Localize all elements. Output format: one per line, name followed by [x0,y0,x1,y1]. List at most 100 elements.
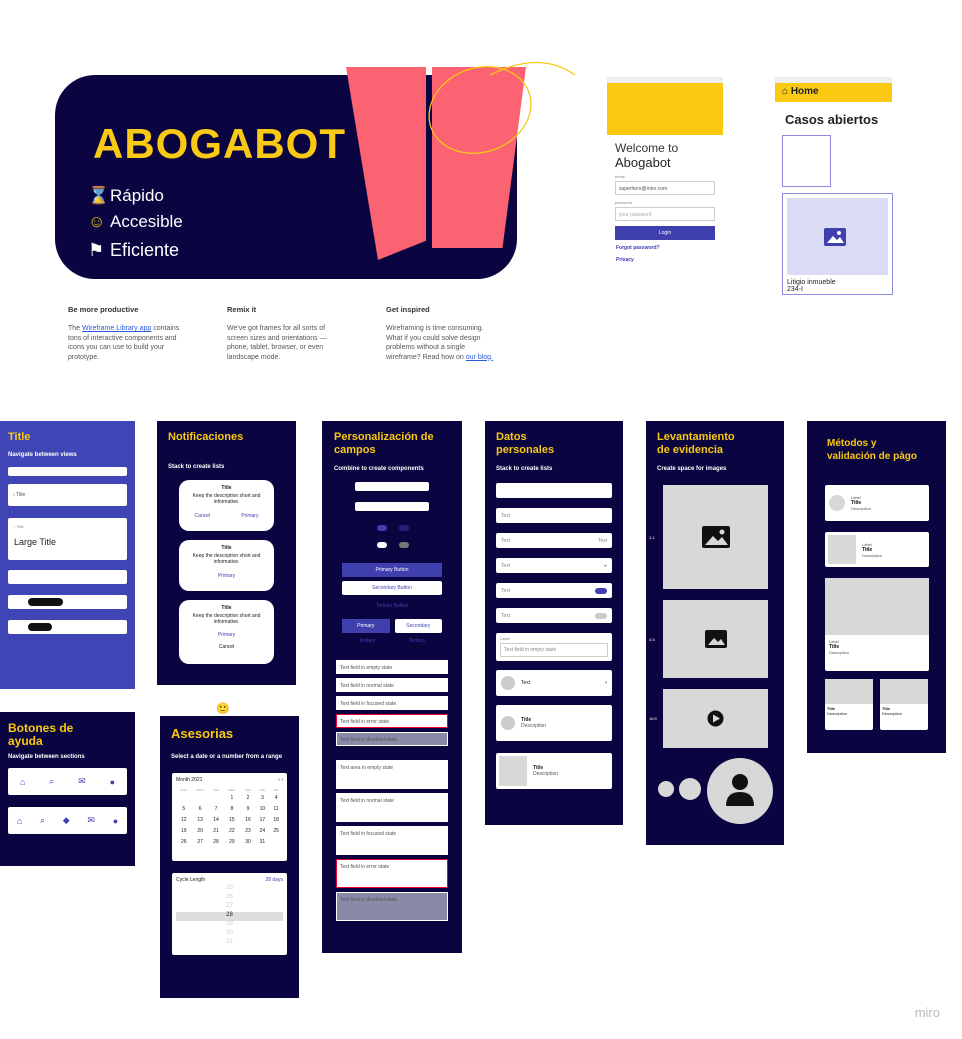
text-area[interactable]: Text field in normal state [336,793,448,822]
calendar-day[interactable]: 20 [192,825,209,836]
chat-icon[interactable]: ✉ [78,776,86,787]
primary-button[interactable]: Primary [179,573,274,579]
toggle-row[interactable]: Text [496,583,612,598]
primary-button[interactable]: Primary Button [342,563,442,577]
list-row[interactable]: Text [496,508,612,523]
login-button[interactable]: Login [615,226,715,240]
text-field[interactable]: Text field in normal state [336,678,448,692]
calendar-day[interactable] [269,836,283,847]
calendar-day[interactable]: 17 [256,814,270,825]
toggle-row[interactable] [377,542,462,548]
chevron-icon[interactable]: ‹ › [278,777,283,783]
library-link[interactable]: Wireframe Library app [82,325,151,332]
calendar-day[interactable]: 3 [256,792,270,803]
tag-icon[interactable]: ◆ [63,815,70,826]
cancel-button[interactable]: Cancel [179,644,274,650]
payment-card[interactable]: Title Description [825,679,873,730]
picker-option[interactable]: 27 [176,903,283,912]
calendar-day[interactable]: 26 [176,836,192,847]
calendar-day[interactable]: 14 [209,814,224,825]
secondary-button[interactable]: Secondary [394,619,442,633]
picker-option[interactable]: 28 [176,912,283,921]
calendar-day[interactable]: 11 [269,803,283,814]
calendar-day[interactable]: 13 [192,814,209,825]
payment-item[interactable]: Label Title Description [825,532,929,567]
home-icon[interactable]: ⌂ [20,777,25,787]
calendar-day[interactable]: 8 [223,803,240,814]
play-icon[interactable] [707,710,724,727]
calendar-day[interactable]: 4 [269,792,283,803]
picker-option[interactable]: 31 [176,939,283,948]
case-card[interactable]: Litigio inmueble 234-I [782,193,893,295]
picker-option[interactable]: 29 [176,921,283,930]
toggle[interactable] [595,588,607,594]
primary-button[interactable]: Primary [342,619,390,633]
calendar-day[interactable]: 19 [176,825,192,836]
nav-bar[interactable]: ‹ Title [8,484,127,506]
password-field[interactable]: your password [615,207,715,221]
text-area[interactable]: Text area in empty state [336,760,448,789]
list-item[interactable]: Title Description [496,705,612,741]
month-label[interactable]: Month 2021 [176,777,202,783]
tab-bar[interactable]: ⌂ ⌕ ◆ ✉ ● [8,807,127,834]
calendar-day[interactable]: 15 [223,814,240,825]
calendar-day[interactable] [209,792,224,803]
case-thumb[interactable] [782,135,831,187]
chat-icon[interactable]: ✉ [87,815,95,826]
list-row[interactable]: Text ▸ [496,558,612,573]
calendar-day[interactable]: 30 [240,836,255,847]
calendar-day[interactable]: 28 [209,836,224,847]
calendar-day[interactable]: 25 [269,825,283,836]
calendar-day[interactable]: 5 [176,803,192,814]
blog-link[interactable]: our blog. [466,354,493,361]
secondary-button[interactable]: Secondary Button [342,581,442,595]
text-field[interactable]: Text field in disabled state [336,732,448,746]
labeled-field[interactable]: Label Text field in empty state [496,633,612,661]
calendar-day[interactable]: 18 [269,814,283,825]
picker-option[interactable]: 30 [176,930,283,939]
user-icon[interactable]: ● [110,777,115,787]
list-row[interactable]: Text Text [496,533,612,548]
search-bar[interactable] [8,570,127,584]
privacy-link[interactable]: Privacy [607,251,723,263]
calendar-day[interactable]: 2 [240,792,255,803]
tertiary-row[interactable]: Tertiary Tertiary [342,638,442,644]
search-icon[interactable]: ⌕ [49,776,54,787]
text-area[interactable]: Text field in error state [336,859,448,888]
text-field[interactable]: Text field in focused state [336,696,448,710]
text-area[interactable]: Text field in focused state [336,826,448,855]
number-picker[interactable]: Cycle Length 28 days 25 26 27 28 29 30 31 [172,873,287,955]
text-area[interactable]: Text field in disabled state [336,892,448,921]
payment-card[interactable]: Title Description [880,679,928,730]
calendar-day[interactable] [192,792,209,803]
calendar-day[interactable]: 6 [192,803,209,814]
calendar-day[interactable]: 7 [209,803,224,814]
calendar-day[interactable]: 10 [256,803,270,814]
list-row[interactable] [496,483,612,498]
calendar-day[interactable]: 23 [240,825,255,836]
user-icon[interactable]: ● [113,816,118,826]
list-item[interactable]: Text › [496,670,612,696]
text-field[interactable]: Text field in error state [336,714,448,728]
cancel-button[interactable]: Cancel [195,513,211,519]
forgot-password-link[interactable]: Forgot password? [607,240,723,251]
tertiary-button[interactable]: Tertiary Button [342,599,442,613]
calendar-day[interactable]: 21 [209,825,224,836]
calendar-day[interactable]: 1 [223,792,240,803]
tab-bar[interactable]: ⌂ ⌕ ✉ ● [8,768,127,795]
picker-option[interactable]: 26 [176,894,283,903]
segmented-control[interactable] [355,482,429,491]
toggle[interactable] [595,613,607,619]
calendar-day[interactable]: 22 [223,825,240,836]
calendar-day[interactable]: 9 [240,803,255,814]
video-placeholder[interactable] [663,689,768,748]
calendar-day[interactable]: 12 [176,814,192,825]
segmented-control[interactable] [355,502,429,511]
calendar-day[interactable]: 16 [240,814,255,825]
text-field[interactable]: Text field in empty state [336,660,448,674]
calendar-day[interactable]: 29 [223,836,240,847]
calendar[interactable]: Month 2021 ‹ › SUN MON TUE WED THU FRI SAT 1 2 3 4 5… [172,773,287,861]
calendar-day[interactable]: 27 [192,836,209,847]
calendar-day[interactable] [176,792,192,803]
payment-card[interactable]: Label Title Description [825,578,929,671]
